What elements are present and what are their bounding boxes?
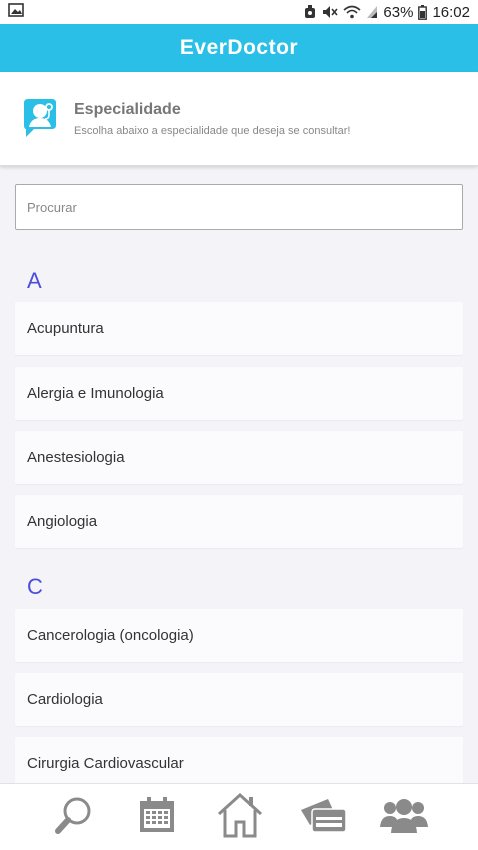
battery-percent: 63% (383, 3, 414, 21)
calendar-icon (137, 795, 177, 840)
nav-home[interactable] (210, 784, 270, 850)
wifi-icon (343, 5, 361, 19)
specialty-list[interactable]: A Acupuntura Alergia e Imunologia Aneste… (0, 166, 478, 783)
specialty-header: Especialidade Escolha abaixo a especiali… (0, 72, 478, 166)
list-item-cardiologia[interactable]: Cardiologia (15, 673, 463, 726)
nav-payment[interactable] (293, 784, 353, 850)
list-item-alergia-imunologia[interactable]: Alergia e Imunologia (15, 367, 463, 420)
section-letter-a: A (27, 268, 42, 293)
payment-cards-icon (298, 795, 348, 840)
mute-icon (322, 5, 339, 19)
list-item-angiologia[interactable]: Angiologia (15, 495, 463, 548)
list-item-cirurgia-cardiovascular[interactable]: Cirurgia Cardiovascular (15, 737, 463, 783)
image-icon (8, 3, 24, 21)
clock: 16:02 (432, 3, 470, 21)
home-icon (216, 792, 264, 843)
users-icon (380, 795, 428, 840)
bottom-nav (0, 783, 478, 850)
app-title: EverDoctor (179, 36, 299, 59)
battery-icon (418, 4, 428, 20)
alarm-icon (303, 4, 317, 20)
doctor-chat-icon (20, 97, 58, 141)
nav-users[interactable] (374, 784, 434, 850)
signal-icon (366, 5, 378, 19)
header-title: Especialidade (74, 100, 181, 118)
search-input[interactable] (15, 184, 463, 230)
section-letter-c: C (27, 574, 43, 599)
header-subtitle: Escolha abaixo a especialidade que desej… (74, 124, 351, 137)
search-icon (53, 794, 95, 841)
list-item-anestesiologia[interactable]: Anestesiologia (15, 431, 463, 484)
nav-search[interactable] (44, 784, 104, 850)
status-bar: 63% 16:02 (0, 0, 478, 24)
list-item-cancerologia[interactable]: Cancerologia (oncologia) (15, 609, 463, 662)
nav-calendar[interactable] (127, 784, 187, 850)
list-item-acupuntura[interactable]: Acupuntura (15, 302, 463, 355)
app-bar: EverDoctor (0, 24, 478, 72)
